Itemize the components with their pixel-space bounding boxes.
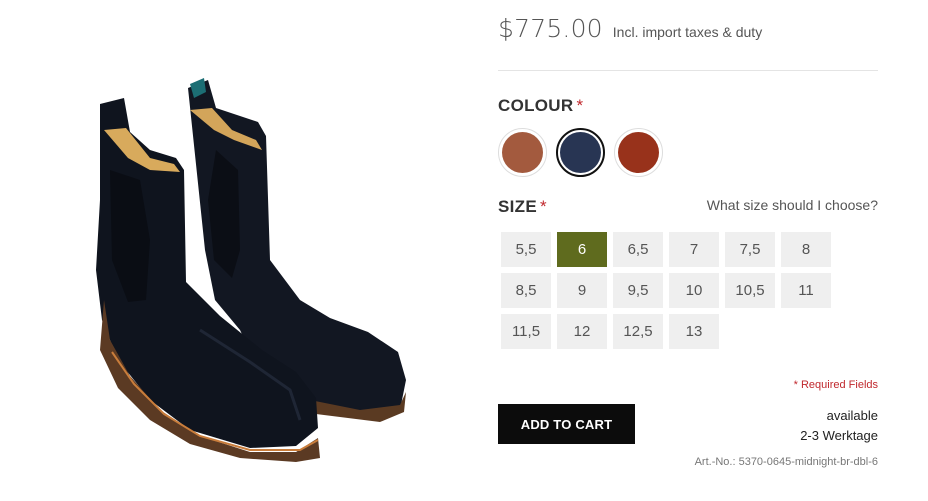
size-option[interactable]: 12 — [557, 314, 607, 349]
size-option[interactable]: 13 — [669, 314, 719, 349]
colour-swatches — [498, 128, 663, 177]
size-option[interactable]: 10,5 — [725, 273, 775, 308]
swatch-tan-color — [502, 132, 543, 173]
size-title: SIZE * — [498, 197, 547, 217]
swatch-brown[interactable] — [614, 128, 663, 177]
size-option[interactable]: 6,5 — [613, 232, 663, 267]
size-option[interactable]: 11 — [781, 273, 831, 308]
colour-required-mark: * — [576, 96, 584, 115]
size-option[interactable]: 11,5 — [501, 314, 551, 349]
availability-status: available — [826, 408, 878, 423]
size-option[interactable]: 5,5 — [501, 232, 551, 267]
swatch-tan[interactable] — [498, 128, 547, 177]
product-panel: $775.00 Incl. import taxes & duty COLOUR… — [498, 0, 878, 501]
size-grid: 5,5 6 6,5 7 7,5 8 8,5 9 9,5 10 10,5 11 1… — [501, 232, 831, 349]
size-option[interactable]: 8,5 — [501, 273, 551, 308]
price-note: Incl. import taxes & duty — [612, 24, 763, 40]
product-price: $775.00 — [498, 14, 603, 43]
swatch-midnight-color — [560, 132, 601, 173]
colour-title: COLOUR * — [498, 96, 583, 116]
required-fields-note: * Required Fields — [793, 379, 878, 391]
swatch-midnight[interactable] — [556, 128, 605, 177]
size-option[interactable]: 7,5 — [725, 232, 775, 267]
size-option[interactable]: 12,5 — [613, 314, 663, 349]
availability-info: available 2-3 Werktage — [800, 406, 878, 446]
swatch-brown-color — [618, 132, 659, 173]
chelsea-boots-image — [96, 78, 406, 462]
size-option[interactable]: 7 — [669, 232, 719, 267]
size-guide-link[interactable]: What size should I choose? — [707, 197, 878, 213]
add-to-cart-button[interactable]: ADD TO CART — [498, 404, 635, 444]
article-number: Art.-No.: 5370-0645-midnight-br-dbl-6 — [694, 456, 878, 468]
delivery-time: 2-3 Werktage — [800, 428, 878, 443]
size-option[interactable]: 9 — [557, 273, 607, 308]
size-required-mark: * — [540, 197, 547, 216]
size-option[interactable]: 10 — [669, 273, 719, 308]
size-option[interactable]: 8 — [781, 232, 831, 267]
divider — [498, 70, 878, 71]
colour-label: COLOUR — [498, 96, 574, 115]
size-option[interactable]: 9,5 — [613, 273, 663, 308]
product-image — [0, 0, 480, 501]
size-option[interactable]: 6 — [557, 232, 607, 267]
size-label: SIZE — [498, 197, 537, 216]
price-row: $775.00 Incl. import taxes & duty — [498, 14, 762, 43]
